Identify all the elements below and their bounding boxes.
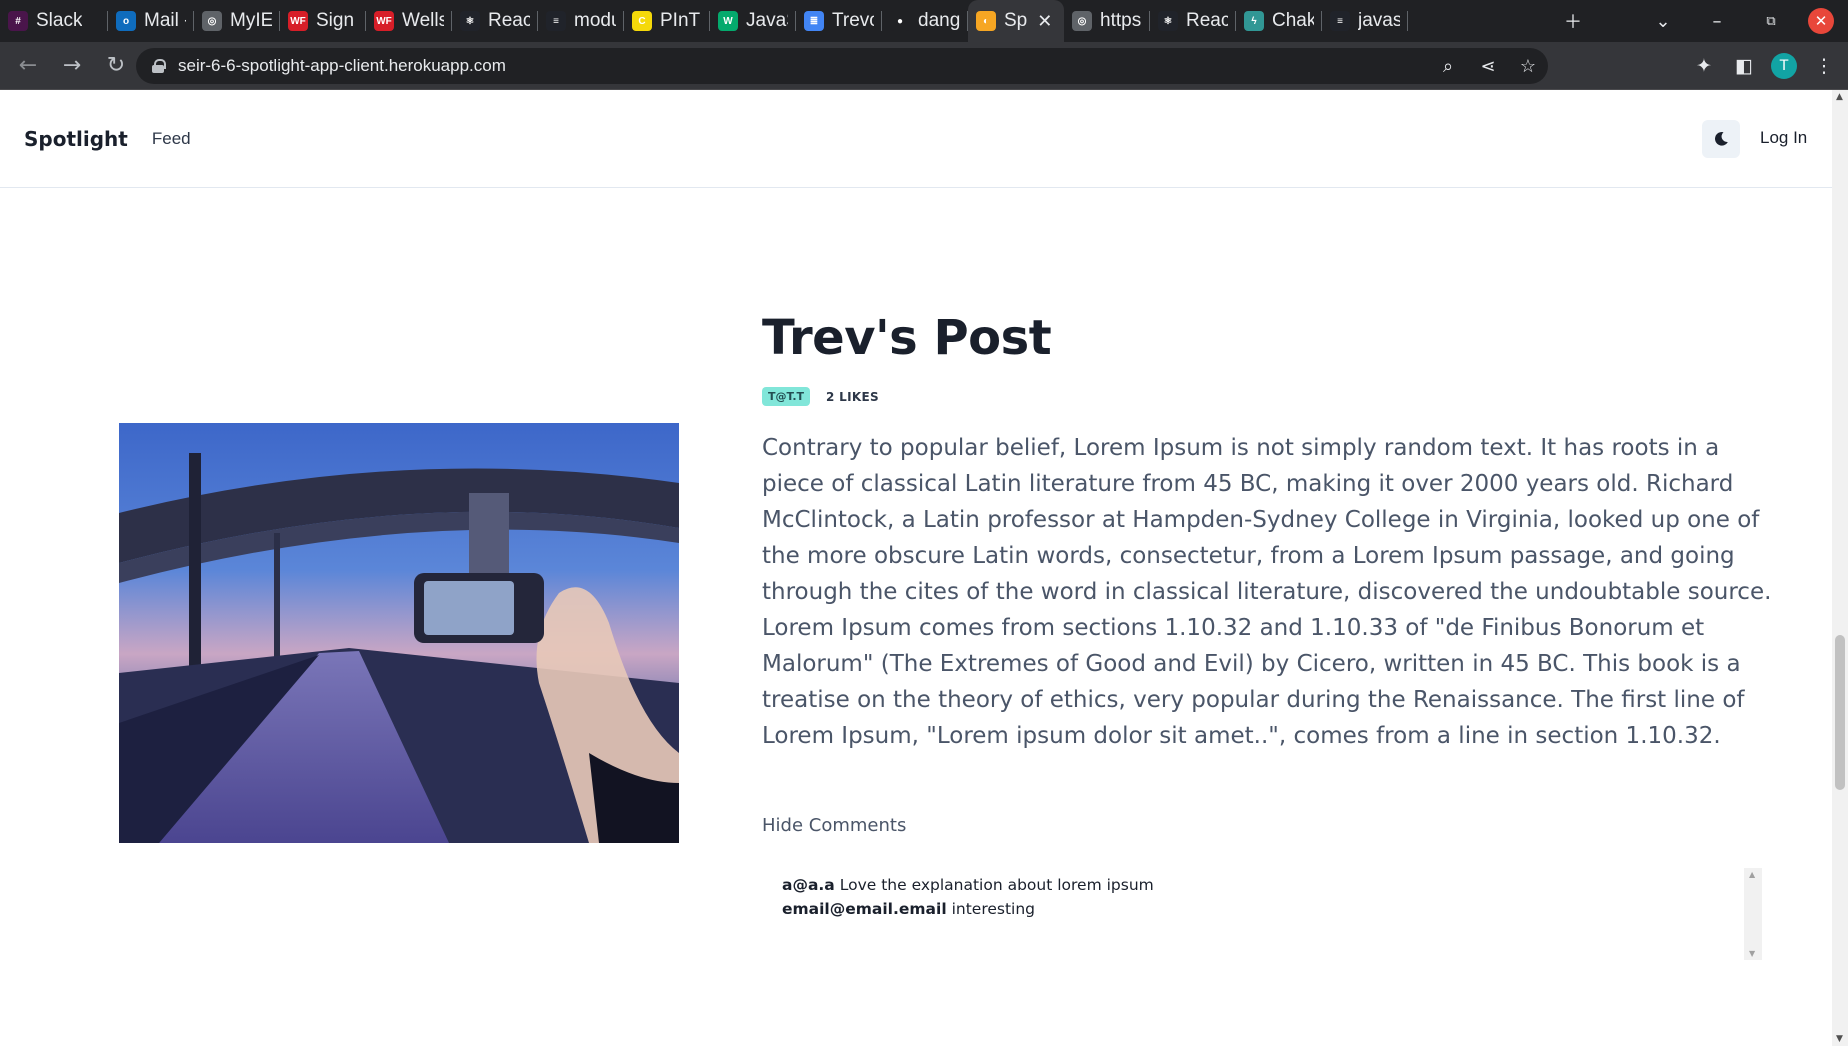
new-tab-icon[interactable]: ＋ (1546, 0, 1600, 42)
tab-label: Chak (1272, 10, 1314, 31)
scroll-up-arrow-icon[interactable]: ▲ (1749, 870, 1755, 879)
address-bar[interactable]: seir-6-6-spotlight-app-client.herokuapp.… (136, 48, 1548, 84)
tab-label: JavaS (746, 10, 788, 31)
scroll-up-arrow-icon[interactable]: ▲ (1836, 92, 1843, 102)
wells-fargo-icon: WF (288, 11, 308, 31)
browser-tab[interactable]: # Slack (0, 0, 108, 42)
post-image (119, 423, 679, 843)
tab-label: dang (918, 10, 960, 31)
tab-label: React (1186, 10, 1228, 31)
tab-label: PInT (660, 10, 701, 31)
back-icon[interactable]: ← (8, 46, 48, 86)
likes-count: 2 LIKES (826, 389, 879, 404)
chakra-icon: ϟ (1244, 11, 1264, 31)
tab-label: javas (1358, 10, 1400, 31)
browser-tab[interactable]: W JavaS (710, 0, 796, 42)
menu-kebab-icon[interactable]: ⋮ (1804, 46, 1844, 86)
browser-tab[interactable]: ◎ MyIES (194, 0, 280, 42)
close-tab-icon[interactable]: ✕ (1037, 11, 1052, 32)
comment-item: a@a.a Love the explanation about lorem i… (782, 876, 1154, 894)
lock-icon[interactable] (152, 59, 166, 73)
post-title: Trev's Post (762, 310, 1052, 366)
browser-tab[interactable]: o Mail - (108, 0, 194, 42)
reload-icon[interactable]: ↻ (96, 46, 136, 86)
forward-icon[interactable]: → (52, 46, 92, 86)
login-link[interactable]: Log In (1760, 128, 1807, 148)
minimize-window-icon[interactable]: – (1690, 0, 1744, 42)
stackoverflow-icon: ≡ (546, 11, 566, 31)
close-window-icon[interactable]: ✕ (1808, 8, 1834, 34)
bookmark-star-icon[interactable]: ☆ (1508, 48, 1548, 84)
tab-label: Sp (1004, 10, 1028, 31)
pint-icon: C (632, 11, 652, 31)
comment-item: email@email.email interesting (782, 900, 1035, 918)
brand-logo[interactable]: Spotlight (24, 127, 128, 151)
page-viewport: Spotlight Feed Log In Trev's Post T@T.T … (0, 90, 1832, 1046)
profile-avatar[interactable]: T (1771, 53, 1797, 79)
wells-fargo-icon: WF (374, 11, 394, 31)
author-badge: T@T.T (762, 387, 811, 406)
tab-label: Slack (36, 10, 83, 31)
tab-label: https (1100, 10, 1142, 31)
browser-tab[interactable]: ≡ modu (538, 0, 624, 42)
tab-label: React (488, 10, 530, 31)
github-icon: ● (890, 11, 910, 31)
browser-tab[interactable]: C PInT (624, 0, 710, 42)
post-body: Contrary to popular belief, Lorem Ipsum … (762, 435, 1772, 749)
browser-tab[interactable]: WF Wells (366, 0, 452, 42)
site-navbar: Spotlight Feed Log In (0, 90, 1832, 188)
post-meta: T@T.T 2 LIKES (762, 387, 879, 406)
scrollbar-thumb[interactable] (1835, 635, 1845, 790)
react-icon: ⚛ (460, 11, 480, 31)
slack-icon: # (8, 11, 28, 31)
comment-user: a@a.a (782, 876, 835, 894)
scroll-down-arrow-icon[interactable]: ▼ (1836, 1034, 1843, 1044)
scroll-down-arrow-icon[interactable]: ▼ (1749, 949, 1755, 958)
comments-scrollbar[interactable]: ▲ ▼ (1744, 868, 1762, 960)
browser-toolbar: ← → ↻ seir-6-6-spotlight-app-client.hero… (0, 42, 1848, 90)
comment-text: Love the explanation about lorem ipsum (839, 876, 1154, 894)
zoom-icon[interactable]: ⌕ (1428, 48, 1468, 84)
color-mode-toggle[interactable] (1702, 120, 1740, 158)
globe-icon: ◎ (1072, 11, 1092, 31)
w3schools-icon: W (718, 11, 738, 31)
tab-search-chevron-icon[interactable]: ⌄ (1636, 0, 1690, 42)
browser-tab[interactable]: ◐ Sp ✕ (968, 0, 1064, 42)
browser-tab[interactable]: WF Sign ( (280, 0, 366, 42)
moon-icon (1715, 131, 1728, 146)
tab-label: Sign ( (316, 10, 358, 31)
browser-tab[interactable]: ≣ Trevo (796, 0, 882, 42)
stackoverflow-icon: ≡ (1330, 11, 1350, 31)
browser-tab[interactable]: ◎ https (1064, 0, 1150, 42)
google-docs-icon: ≣ (804, 11, 824, 31)
browser-tab[interactable]: ⚛ React (1150, 0, 1236, 42)
restore-window-icon[interactable]: ⧉ (1744, 0, 1798, 42)
outlook-mail-icon: o (116, 11, 136, 31)
share-icon[interactable]: ⋖ (1468, 48, 1508, 84)
browser-tab[interactable]: ● dang (882, 0, 968, 42)
nav-feed-link[interactable]: Feed (152, 129, 191, 149)
url-text[interactable]: seir-6-6-spotlight-app-client.herokuapp.… (178, 56, 506, 76)
react-icon: ⚛ (1158, 11, 1178, 31)
side-panel-icon[interactable]: ◧ (1724, 46, 1764, 86)
comments-list[interactable]: a@a.a Love the explanation about lorem i… (762, 868, 1762, 960)
globe-icon: ◎ (202, 11, 222, 31)
browser-tab-strip: # Slack o Mail - ◎ MyIES WF Sign ( WF Wells ⚛ React… (0, 0, 1848, 42)
tab-label: modu (574, 10, 616, 31)
browser-tab[interactable]: ⚛ React (452, 0, 538, 42)
spotlight-icon: ◐ (976, 11, 996, 31)
comment-user: email@email.email (782, 900, 947, 918)
tab-label: Trevo (832, 10, 874, 31)
tab-label: Mail - (144, 10, 186, 31)
tab-label: MyIES (230, 10, 272, 31)
hide-comments-button[interactable]: Hide Comments (762, 815, 906, 836)
page-scrollbar[interactable]: ▲ ▼ (1832, 90, 1848, 1046)
browser-tab[interactable]: ≡ javas (1322, 0, 1408, 42)
browser-tab[interactable]: ϟ Chak (1236, 0, 1322, 42)
comment-text: interesting (951, 900, 1036, 918)
extensions-puzzle-icon[interactable]: ✦ (1684, 46, 1724, 86)
tab-label: Wells (402, 10, 444, 31)
